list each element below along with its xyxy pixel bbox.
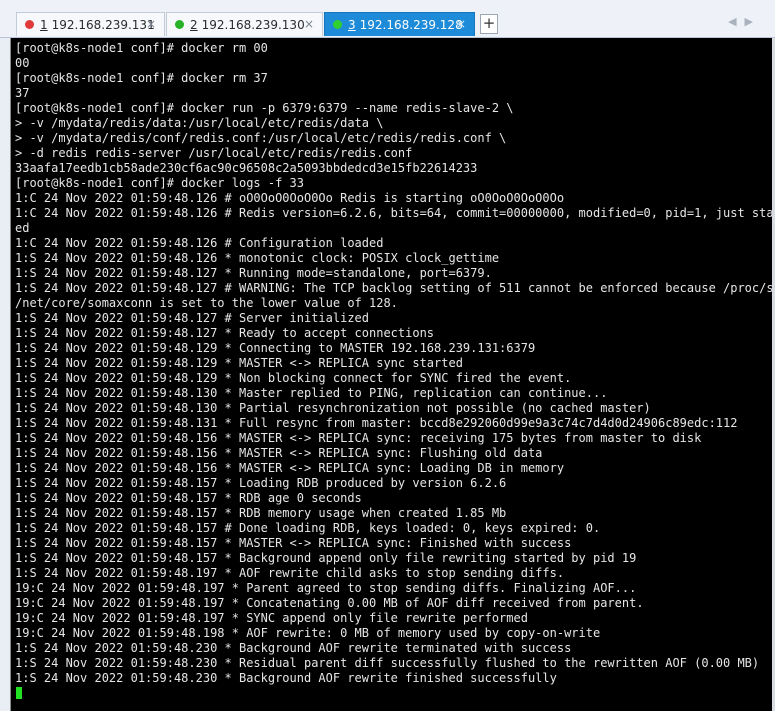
terminal-line: 19:C 24 Nov 2022 01:59:48.198 * AOF rewr… <box>15 626 601 640</box>
terminal-line: 1:S 24 Nov 2022 01:59:48.156 * MASTER <-… <box>15 446 543 460</box>
terminal-line: 1:S 24 Nov 2022 01:59:48.130 * Master re… <box>15 386 608 400</box>
terminal-line: > -v /mydata/redis/data:/usr/local/etc/r… <box>15 116 384 130</box>
terminal-line: 1:C 24 Nov 2022 01:59:48.126 # oO0OoO0Oo… <box>15 191 565 205</box>
terminal-line: [root@k8s-node1 conf]# docker run -p 637… <box>15 101 514 115</box>
terminal-line: > -d redis redis-server /usr/local/etc/r… <box>15 146 413 160</box>
terminal-line: 19:C 24 Nov 2022 01:59:48.197 * Concaten… <box>15 596 644 610</box>
tab-session-1[interactable]: 1 192.168.239.131 × <box>16 12 165 36</box>
close-icon[interactable]: × <box>456 17 466 31</box>
tab-number: 1 <box>40 17 48 32</box>
terminal-line: 00 <box>15 56 30 70</box>
new-tab-button[interactable]: + <box>480 14 498 34</box>
tab-number: 3 <box>348 17 356 32</box>
terminal-line: /net/core/somaxconn is set to the lower … <box>15 296 398 310</box>
terminal-line: 1:C 24 Nov 2022 01:59:48.126 # Redis ver… <box>15 206 772 220</box>
terminal-line: 1:S 24 Nov 2022 01:59:48.157 * Backgroun… <box>15 551 637 565</box>
close-icon[interactable]: × <box>304 17 314 31</box>
terminal-line: 1:S 24 Nov 2022 01:59:48.157 * RDB age 0… <box>15 491 362 505</box>
terminal-line: 33aafa17eedb1cb58ade230cf6ac90c96508c2a5… <box>15 161 478 175</box>
tab-label: 192.168.239.131 <box>51 17 155 32</box>
session-tab-bar: 1 192.168.239.131 × 2 192.168.239.130 × … <box>0 0 775 38</box>
terminal-text: [root@k8s-node1 conf]# docker rm 00 00 [… <box>15 41 772 686</box>
ssh-client-window: 1 192.168.239.131 × 2 192.168.239.130 × … <box>0 0 775 711</box>
tab-session-2[interactable]: 2 192.168.239.130 × <box>166 12 323 36</box>
status-dot-icon <box>175 20 184 29</box>
tab-number: 2 <box>190 17 198 32</box>
terminal-line: 1:S 24 Nov 2022 01:59:48.130 * Partial r… <box>15 401 651 415</box>
terminal-line: 1:S 24 Nov 2022 01:59:48.127 * Running m… <box>15 266 492 280</box>
tab-session-3-active[interactable]: 3 192.168.239.128 × <box>324 12 475 36</box>
terminal-line: [root@k8s-node1 conf]# docker rm 37 <box>15 71 268 85</box>
terminal-line: 1:S 24 Nov 2022 01:59:48.230 * Backgroun… <box>15 641 572 655</box>
terminal-cursor <box>16 687 22 699</box>
terminal-line: 1:S 24 Nov 2022 01:59:48.127 # WARNING: … <box>15 281 772 295</box>
status-dot-icon <box>333 20 342 29</box>
terminal-output[interactable]: [root@k8s-node1 conf]# docker rm 00 00 [… <box>10 38 772 711</box>
terminal-line: 1:S 24 Nov 2022 01:59:48.126 * monotonic… <box>15 251 500 265</box>
close-icon[interactable]: × <box>146 17 156 31</box>
terminal-line: 1:S 24 Nov 2022 01:59:48.127 # Server in… <box>15 311 370 325</box>
terminal-line: 19:C 24 Nov 2022 01:59:48.197 * Parent a… <box>15 581 637 595</box>
tab-scroll-arrows-icon[interactable]: ◀▶ <box>728 15 761 28</box>
terminal-line: 1:S 24 Nov 2022 01:59:48.156 * MASTER <-… <box>15 461 565 475</box>
terminal-line: 37 <box>15 86 30 100</box>
terminal-line: 1:S 24 Nov 2022 01:59:48.157 * MASTER <-… <box>15 536 572 550</box>
terminal-line: 1:C 24 Nov 2022 01:59:48.126 # Configura… <box>15 236 384 250</box>
terminal-line: [root@k8s-node1 conf]# docker logs -f 33 <box>15 176 304 190</box>
terminal-line: ed <box>15 221 30 235</box>
terminal-line: 1:S 24 Nov 2022 01:59:48.197 * AOF rewri… <box>15 566 565 580</box>
terminal-line: 1:S 24 Nov 2022 01:59:48.129 * MASTER <-… <box>15 356 463 370</box>
terminal-line: 1:S 24 Nov 2022 01:59:48.157 # Done load… <box>15 521 601 535</box>
terminal-line: 1:S 24 Nov 2022 01:59:48.129 * Non block… <box>15 371 572 385</box>
tab-label: 192.168.239.130 <box>201 17 305 32</box>
terminal-line: 1:S 24 Nov 2022 01:59:48.156 * MASTER <-… <box>15 431 702 445</box>
terminal-line: 1:S 24 Nov 2022 01:59:48.127 * Ready to … <box>15 326 435 340</box>
terminal-line: 1:S 24 Nov 2022 01:59:48.131 * Full resy… <box>15 416 738 430</box>
tab-label: 192.168.239.128 <box>359 17 463 32</box>
terminal-line: [root@k8s-node1 conf]# docker rm 00 <box>15 41 268 55</box>
terminal-line: 1:S 24 Nov 2022 01:59:48.230 * Residual … <box>15 656 760 670</box>
terminal-line: 1:S 24 Nov 2022 01:59:48.129 * Connectin… <box>15 341 536 355</box>
terminal-line: 1:S 24 Nov 2022 01:59:48.157 * RDB memor… <box>15 506 507 520</box>
terminal-line: 1:S 24 Nov 2022 01:59:48.230 * Backgroun… <box>15 671 557 685</box>
status-dot-icon <box>25 20 34 29</box>
terminal-line: 1:S 24 Nov 2022 01:59:48.157 * Loading R… <box>15 476 507 490</box>
terminal-line: 19:C 24 Nov 2022 01:59:48.197 * SYNC app… <box>15 611 528 625</box>
terminal-line: > -v /mydata/redis/conf/redis.conf:/usr/… <box>15 131 507 145</box>
